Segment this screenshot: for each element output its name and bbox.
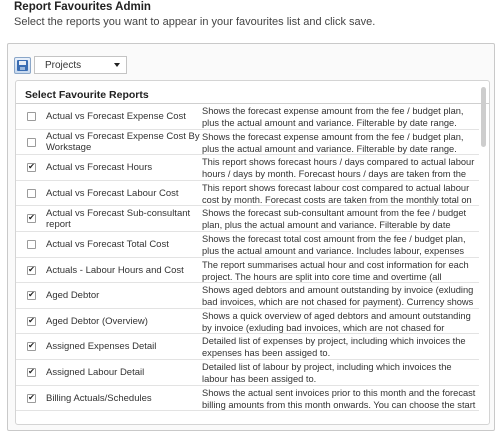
- favourite-reports-panel: Select Favourite Reports Actual vs Forec…: [15, 80, 490, 425]
- report-name: Aged Debtor: [46, 290, 100, 302]
- report-row: Aged Debtor Shows aged debtors and amount…: [16, 283, 479, 309]
- report-checkbox[interactable]: [27, 188, 36, 198]
- report-name: Actual vs Forecast Labour Cost: [46, 187, 179, 199]
- report-description: Shows the forecast sub-consultant amount…: [202, 208, 467, 231]
- report-name: Actuals - Labour Hours and Cost: [46, 264, 184, 276]
- report-description: Shows a quick overview of aged debtors a…: [202, 310, 471, 333]
- report-row: Assigned Expenses Detail Detailed list of…: [16, 334, 479, 360]
- report-row: Assigned Labour Detail Detailed list of l…: [16, 360, 479, 386]
- report-checkbox[interactable]: [27, 214, 36, 224]
- report-name: Actual vs Forecast Sub-consultant report: [46, 207, 191, 230]
- reports-list: Actual vs Forecast Expense Cost Shows the…: [16, 104, 479, 412]
- report-description: Detailed list of labour by project, incl…: [202, 361, 452, 384]
- page-header: Report Favourites Admin Select the repor…: [14, 0, 494, 29]
- save-icon: [17, 59, 28, 71]
- report-checkbox[interactable]: [27, 239, 36, 249]
- report-checkbox[interactable]: [27, 393, 36, 403]
- report-description: This report shows forecast labour cost c…: [202, 182, 472, 205]
- report-description: Shows the forecast expense amount from t…: [202, 106, 464, 128]
- report-category-select[interactable]: Projects: [34, 56, 127, 74]
- report-checkbox[interactable]: [27, 163, 36, 173]
- report-name: Assigned Expenses Detail: [46, 341, 157, 353]
- caret-down-icon: [114, 63, 120, 67]
- report-name: Aged Debtor (Overview): [46, 315, 148, 327]
- page-subtitle: Select the reports you want to appear in…: [14, 16, 376, 28]
- report-description: Shows aged debtors and amount outstandin…: [202, 285, 474, 308]
- report-category-value: Projects: [45, 59, 82, 71]
- toolbar: Projects: [14, 55, 127, 75]
- report-description: Shows the forecast expense amount from t…: [202, 131, 464, 154]
- report-name: Assigned Labour Detail: [46, 366, 145, 378]
- report-row: Actual vs Forecast Sub-consultant report…: [16, 206, 479, 232]
- report-row: Actual vs Forecast Expense Cost Shows the…: [16, 104, 479, 130]
- report-row: Actual vs Forecast Hours This report show…: [16, 155, 479, 181]
- report-checkbox[interactable]: [27, 316, 36, 326]
- report-row: Aged Debtor (Overview) Shows a quick over…: [16, 309, 479, 335]
- save-button[interactable]: [14, 56, 31, 74]
- report-row: Actual vs Forecast Expense Cost By Works…: [16, 130, 479, 156]
- report-name: Actual vs Forecast Total Cost: [46, 238, 169, 250]
- report-checkbox[interactable]: [27, 265, 36, 275]
- report-name: Actual vs Forecast Expense Cost: [46, 111, 186, 122]
- report-checkbox[interactable]: [27, 137, 36, 147]
- report-name: Actual vs Forecast Hours: [46, 162, 153, 174]
- page-title: Report Favourites Admin: [14, 1, 151, 13]
- scrollbar[interactable]: [480, 83, 487, 422]
- report-name: Actual vs Forecast Expense Cost By Works…: [46, 131, 200, 154]
- report-checkbox[interactable]: [27, 342, 36, 352]
- report-description: Shows the forecast total cost amount fro…: [202, 233, 466, 256]
- scrollbar-thumb[interactable]: [481, 87, 486, 147]
- report-row: Billing Actuals/Schedules Shows the actua…: [16, 386, 479, 412]
- report-row: Actual vs Forecast Labour Cost This repor…: [16, 181, 479, 207]
- report-description: Detailed list of expenses by project, in…: [202, 336, 466, 359]
- report-description: Shows the actual sent invoices prior to …: [202, 387, 476, 410]
- report-description: The report summarises actual hour and co…: [202, 259, 469, 282]
- panel-title: Select Favourite Reports: [25, 89, 149, 101]
- report-description: This report shows forecast hours / days …: [202, 157, 475, 180]
- report-checkbox[interactable]: [27, 367, 36, 377]
- report-checkbox[interactable]: [27, 291, 36, 301]
- report-name: Billing Actuals/Schedules: [46, 392, 152, 404]
- report-row: Actuals - Labour Hours and Cost The repor…: [16, 258, 479, 284]
- report-row: Actual vs Forecast Total Cost Shows the f…: [16, 232, 479, 258]
- report-checkbox[interactable]: [27, 112, 36, 121]
